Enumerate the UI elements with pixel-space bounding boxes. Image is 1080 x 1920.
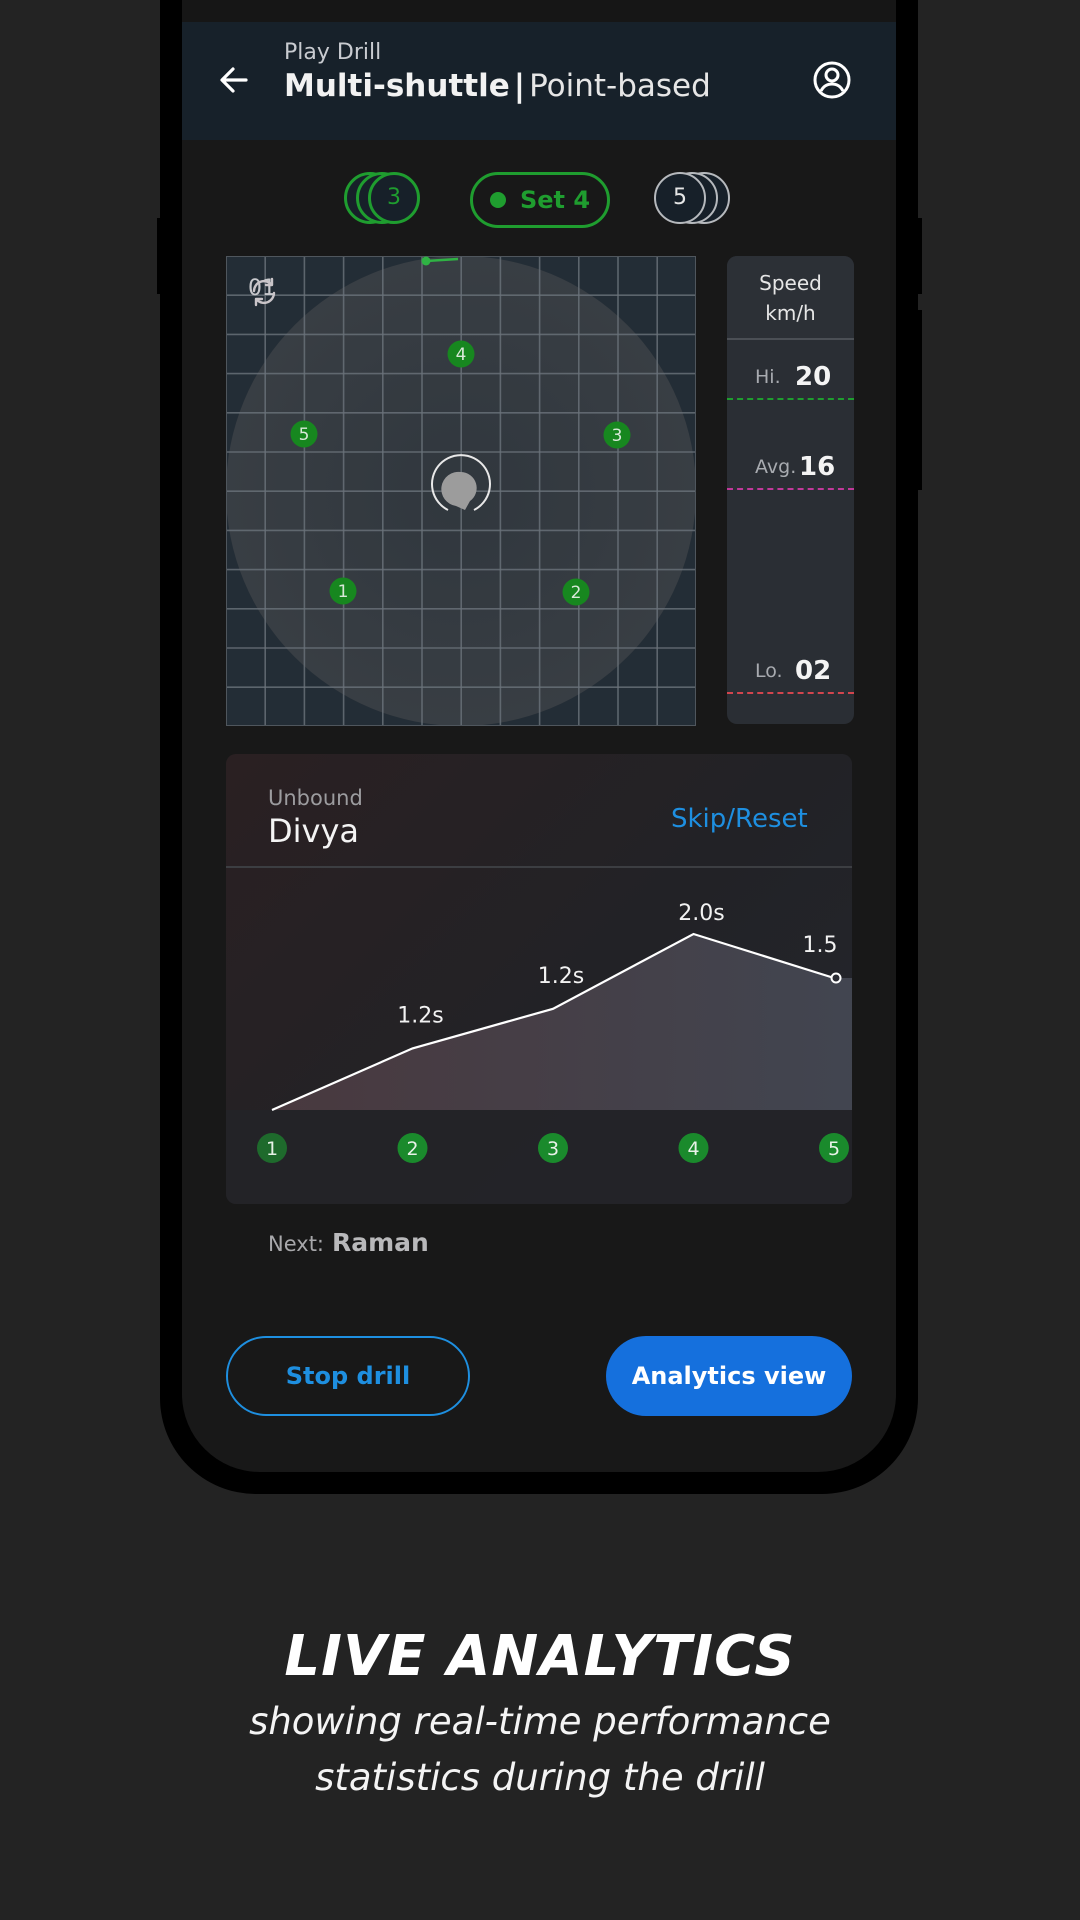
caption-headline: LIVE ANALYTICS <box>284 1624 796 1689</box>
page-title: Multi-shuttle | Point-based <box>284 68 711 104</box>
set-next-number: 5 <box>673 185 687 210</box>
phone-side-button <box>916 310 922 490</box>
analytics-view-button[interactable]: Analytics view <box>606 1336 852 1416</box>
speed-low-label: Lo. <box>755 660 783 682</box>
set-previous-button[interactable]: 3 <box>344 172 424 228</box>
page-subtitle: Play Drill <box>284 40 382 65</box>
x-marker-3: 3 <box>538 1133 568 1163</box>
next-label: Next: <box>268 1232 324 1256</box>
player-card: Unbound Divya Skip/Reset 1.2s 1.2s 2.0s 1.5… <box>226 754 852 1204</box>
x-tick-label: 2 <box>406 1138 418 1160</box>
target-marker-5: 5 <box>290 420 318 448</box>
target-marker-2: 2 <box>562 578 590 606</box>
drill-mode: Point-based <box>529 68 711 104</box>
set-next-button[interactable]: 5 <box>654 172 734 228</box>
court-map: 4 5 3 1 2 01 <box>226 256 696 726</box>
speed-avg-line <box>727 488 854 490</box>
speed-unit: km/h <box>765 301 816 325</box>
player-status: Unbound <box>268 786 363 810</box>
data-label: 1.2s <box>397 1003 443 1028</box>
next-player: Next: Raman <box>268 1228 429 1257</box>
player-name: Divya <box>268 812 360 850</box>
cycle-counter: 01 <box>248 276 276 307</box>
app-bar: Play Drill Multi-shuttle | Point-based <box>182 22 896 140</box>
target-marker-label: 5 <box>299 425 310 445</box>
x-tick-label: 1 <box>266 1138 278 1160</box>
skip-reset-button[interactable]: Skip/Reset <box>671 804 808 834</box>
speed-high-value: 20 <box>795 362 832 392</box>
chart-last-point <box>830 972 842 984</box>
marketing-caption: LIVE ANALYTICS showing real-time perform… <box>0 1620 1080 1806</box>
target-marker-1: 1 <box>329 577 357 605</box>
x-marker-2: 2 <box>397 1133 428 1163</box>
speed-low-value: 02 <box>795 656 832 686</box>
active-dot-icon <box>489 192 506 208</box>
user-circle-icon[interactable] <box>812 60 852 100</box>
data-label: 2.0s <box>678 901 724 926</box>
x-marker-1: 1 <box>257 1133 287 1163</box>
speed-title: Speed <box>759 271 822 295</box>
speed-avg-value: 16 <box>799 452 836 482</box>
data-label: 1.2s <box>538 964 584 989</box>
phone-side-button <box>157 218 163 294</box>
set-current-badge[interactable]: Set 4 <box>470 172 610 228</box>
drill-name: Multi-shuttle <box>284 68 510 104</box>
chart-area <box>272 934 852 1110</box>
x-marker-4: 4 <box>678 1133 709 1163</box>
chart-footer <box>226 1110 852 1204</box>
target-marker-4: 4 <box>447 340 475 368</box>
next-player-name: Raman <box>332 1228 429 1257</box>
phone-side-button <box>916 218 922 294</box>
set-selector: 3 Set 4 5 <box>182 170 896 230</box>
speed-avg-label: Avg. <box>755 456 797 478</box>
speed-high-label: Hi. <box>755 366 781 388</box>
player-card-header: Unbound Divya Skip/Reset <box>226 754 852 868</box>
status-bar <box>182 0 896 22</box>
target-marker-label: 4 <box>456 345 467 365</box>
speed-header: Speed km/h <box>727 256 854 340</box>
target-marker-label: 2 <box>571 583 582 603</box>
data-label: 1.5 <box>803 933 838 958</box>
speed-panel: Speed km/h Hi. 20 Avg. 16 Lo. 02 <box>727 256 854 724</box>
set-previous-number: 3 <box>387 185 401 210</box>
court-grid: 4 5 3 1 2 <box>226 256 696 726</box>
shuttle-dot <box>421 256 431 266</box>
target-marker-label: 1 <box>338 582 349 602</box>
target-marker-label: 3 <box>612 426 623 446</box>
reaction-time-chart: 1.2s 1.2s 2.0s 1.5 1 2 3 4 5 <box>226 901 852 1204</box>
x-marker-5: 5 <box>819 1133 849 1163</box>
caption-line-1: showing real-time performance <box>249 1700 831 1743</box>
set-current-label: Set 4 <box>519 186 591 214</box>
arrow-left-icon[interactable] <box>216 62 252 98</box>
phone-screen: Play Drill Multi-shuttle | Point-based 3 S… <box>182 0 896 1472</box>
title-separator: | <box>513 68 526 104</box>
x-tick-label: 3 <box>547 1138 559 1160</box>
caption-line-2: statistics during the drill <box>315 1756 765 1799</box>
speed-high-line <box>727 398 854 400</box>
speed-low-line <box>727 692 854 694</box>
x-tick-label: 4 <box>687 1138 699 1160</box>
x-tick-label: 5 <box>828 1138 840 1160</box>
stop-drill-button[interactable]: Stop drill <box>226 1336 470 1416</box>
target-marker-3: 3 <box>603 421 631 449</box>
repeat-icon <box>252 277 276 307</box>
